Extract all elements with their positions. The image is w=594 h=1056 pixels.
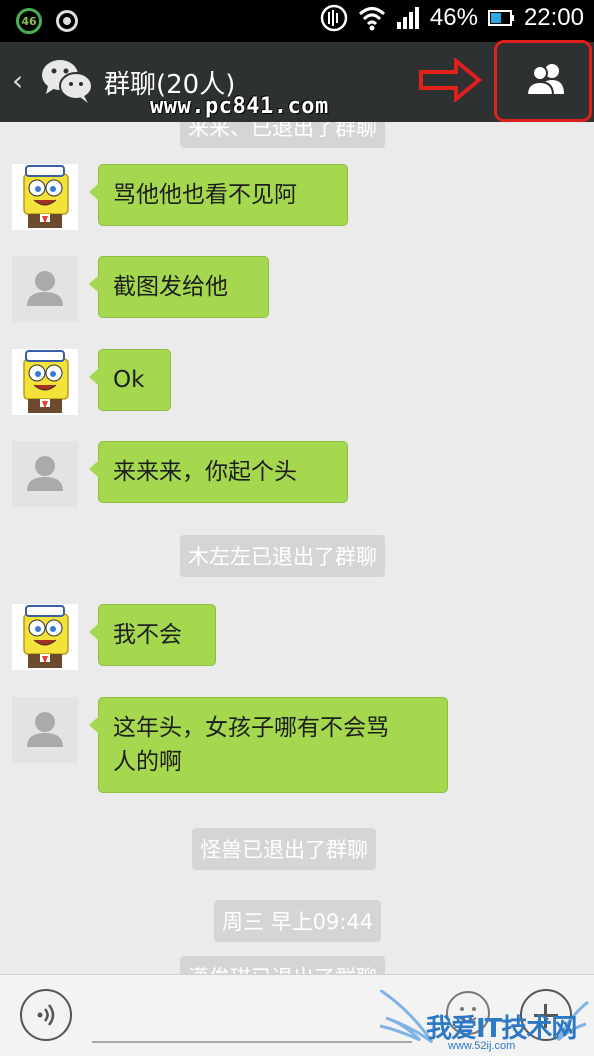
message-line: 这年头，女孩子哪有不会骂 bbox=[113, 715, 389, 741]
status-bar: 46 46% 22:00 bbox=[0, 0, 594, 42]
chevron-left-icon[interactable]: ‹ bbox=[12, 64, 23, 97]
avatar-spongebob[interactable] bbox=[12, 604, 78, 670]
annotation-arrow-icon bbox=[419, 58, 482, 102]
message-line: 人的啊 bbox=[113, 749, 182, 775]
battery-icon bbox=[487, 10, 514, 26]
watermark-url: www.52ij.com bbox=[448, 1040, 516, 1052]
avatar-spongebob[interactable] bbox=[12, 349, 78, 415]
wifi-icon bbox=[358, 7, 385, 31]
system-notice: 来来、已退出了群聊 bbox=[180, 122, 385, 148]
vibrate-icon bbox=[320, 4, 348, 32]
system-notice: 怪兽已退出了群聊 bbox=[192, 828, 376, 870]
record-icon bbox=[56, 10, 78, 32]
message-input[interactable] bbox=[92, 1041, 412, 1043]
system-notice: 潇俊琪已退出了群聊 bbox=[180, 956, 385, 974]
battery-percent: 46% bbox=[429, 4, 478, 31]
timestamp: 周三 早上09:44 bbox=[214, 900, 382, 942]
clock: 22:00 bbox=[523, 4, 584, 31]
wechat-logo-icon[interactable] bbox=[40, 56, 94, 106]
message-bubble[interactable]: 骂他他也看不见阿 bbox=[89, 164, 348, 226]
message-bubble[interactable]: 截图发给他 bbox=[89, 256, 269, 318]
watermark-text: www.pc841.com bbox=[150, 94, 329, 119]
avatar-default[interactable] bbox=[12, 697, 78, 763]
message-bubble[interactable]: 我不会 bbox=[89, 604, 216, 666]
message-bubble[interactable]: 这年头，女孩子哪有不会骂 人的啊 bbox=[89, 697, 448, 793]
system-notice: 木左左已退出了群聊 bbox=[180, 535, 385, 577]
avatar-default[interactable] bbox=[12, 256, 78, 322]
message-bubble[interactable]: Ok bbox=[89, 349, 171, 411]
avatar-spongebob[interactable] bbox=[12, 164, 78, 230]
group-members-icon[interactable] bbox=[526, 62, 566, 96]
signal-icon bbox=[396, 7, 419, 29]
message-bubble[interactable]: 来来来，你起个头 bbox=[89, 441, 348, 503]
voice-icon[interactable] bbox=[20, 989, 72, 1041]
avatar-default[interactable] bbox=[12, 441, 78, 507]
chat-area[interactable]: 来来、已退出了群聊 骂他他也看不见阿 截图发给他 Ok 来来来，你起个头 木左左… bbox=[0, 122, 594, 974]
notification-badge: 46 bbox=[16, 8, 42, 34]
